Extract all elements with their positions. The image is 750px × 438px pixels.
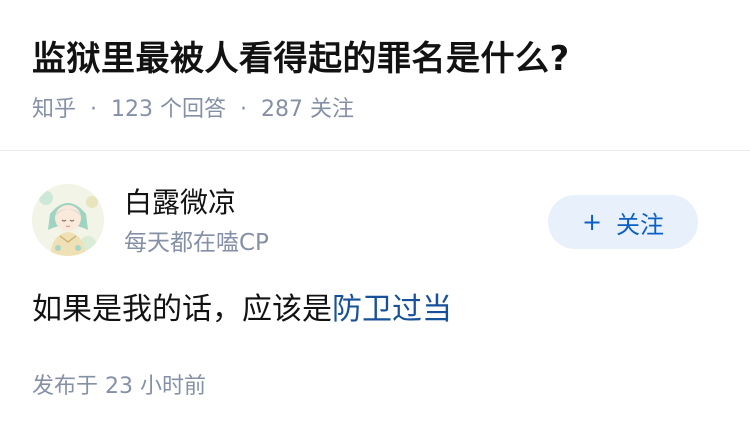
divider bbox=[0, 150, 750, 151]
author-bio: 每天都在嗑CP bbox=[124, 230, 269, 256]
illustrated-avatar-icon bbox=[32, 184, 104, 256]
answer-content: 如果是我的话，应该是防卫过当 bbox=[32, 288, 452, 332]
answer-link[interactable]: 防卫过当 bbox=[332, 292, 452, 327]
meta-separator: · bbox=[240, 97, 248, 122]
answer-count: 123 bbox=[111, 97, 154, 122]
publish-time: 发布于 23 小时前 bbox=[32, 370, 206, 404]
follower-count-label: 关注 bbox=[310, 97, 355, 122]
author-avatar[interactable] bbox=[32, 184, 104, 256]
question-title[interactable]: 监狱里最被人看得起的罪名是什么? bbox=[32, 34, 570, 84]
meta-separator: · bbox=[90, 97, 98, 122]
answer-count-label: 个回答 bbox=[160, 97, 227, 122]
follower-count: 287 bbox=[261, 97, 304, 122]
publish-label: 发布于 bbox=[32, 374, 99, 399]
question-meta: 知乎 · 123 个回答 · 287 关注 bbox=[32, 93, 354, 127]
author-name[interactable]: 白露微凉 bbox=[124, 184, 236, 222]
publish-time-value: 23 小时前 bbox=[105, 374, 207, 399]
follow-button[interactable]: + 关注 bbox=[548, 195, 698, 249]
answer-text: 如果是我的话，应该是 bbox=[32, 292, 332, 327]
source-label[interactable]: 知乎 bbox=[32, 97, 76, 122]
follow-label: 关注 bbox=[616, 210, 665, 239]
answer-page: 监狱里最被人看得起的罪名是什么? 知乎 · 123 个回答 · 287 关注 白露微凉 … bbox=[0, 0, 750, 438]
plus-icon: + bbox=[581, 208, 603, 236]
